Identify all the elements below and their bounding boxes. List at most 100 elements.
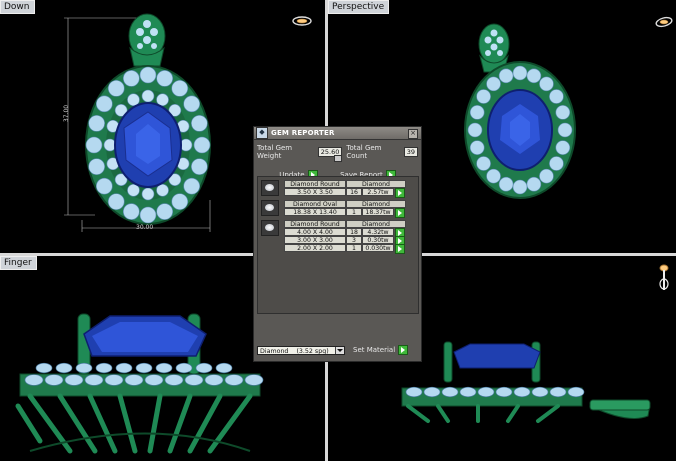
side-diamond bbox=[44, 374, 64, 386]
side-diamond bbox=[75, 362, 93, 374]
material-select[interactable]: Diamond (3.52 spg) bbox=[257, 345, 345, 355]
dimension-height: 37.00 bbox=[63, 104, 71, 123]
side-diamond bbox=[224, 374, 244, 386]
gem-group-material: Diamond bbox=[346, 180, 406, 188]
side-diamond bbox=[405, 386, 423, 398]
gem-reporter-panel[interactable]: ◆ GEM REPORTER × Total Gem Weight 25.60 … bbox=[253, 126, 422, 362]
halo-diamond bbox=[498, 68, 514, 84]
gem-count: 1 bbox=[346, 244, 362, 252]
row-select-button[interactable] bbox=[395, 244, 405, 254]
row-select-button[interactable] bbox=[395, 208, 405, 218]
gem-group-name: Diamond Oval bbox=[284, 200, 346, 208]
halo-diamond bbox=[469, 105, 485, 120]
halo-diamond bbox=[469, 140, 485, 155]
gem-group-material: Diamond bbox=[346, 220, 406, 228]
halo-diamond bbox=[139, 206, 157, 224]
side-diamond bbox=[459, 386, 477, 398]
gem-size: 4.00 X 4.00 bbox=[284, 228, 346, 236]
halo-diamond bbox=[193, 136, 211, 154]
total-count-label: Total Gem Count bbox=[346, 144, 382, 160]
halo-diamond bbox=[183, 95, 200, 113]
halo-diamond bbox=[549, 89, 564, 104]
side-diamond bbox=[164, 374, 184, 386]
halo-diamond bbox=[88, 158, 105, 175]
set-material-button[interactable]: Set Material bbox=[353, 345, 409, 355]
splitter-handle[interactable] bbox=[334, 155, 342, 162]
halo-diamond bbox=[85, 136, 103, 154]
halo-diamond bbox=[512, 65, 528, 81]
side-diamond bbox=[204, 374, 224, 386]
halo-diamond bbox=[156, 203, 173, 220]
side-diamond bbox=[175, 362, 193, 374]
halo-diamond bbox=[476, 156, 491, 171]
halo-diamond bbox=[476, 89, 491, 104]
row-select-button[interactable] bbox=[395, 188, 405, 198]
side-diamond bbox=[441, 386, 459, 398]
gem-list[interactable]: Diamond Round Diamond 3.50 X 3.50 16 2.5… bbox=[257, 176, 419, 314]
ring-icon[interactable] bbox=[292, 16, 312, 26]
gem-reporter-logo-icon: ◆ bbox=[256, 127, 268, 139]
gem-size: 3.50 X 3.50 bbox=[284, 188, 346, 196]
set-material-arrow-icon bbox=[398, 345, 409, 355]
halo-diamond bbox=[123, 203, 140, 220]
gem-group-name: Diamond Round bbox=[284, 180, 346, 188]
gem-size: 18.38 X 13.40 bbox=[284, 208, 346, 216]
gem-thumbnail-round bbox=[261, 180, 279, 196]
gem-count: 3 bbox=[346, 236, 362, 244]
chevron-down-icon[interactable] bbox=[335, 346, 344, 354]
side-diamond bbox=[155, 362, 173, 374]
side-diamond bbox=[184, 374, 204, 386]
close-icon[interactable]: × bbox=[408, 129, 418, 139]
gem-weight: 4.32tw bbox=[362, 228, 394, 236]
halo-diamond bbox=[156, 70, 173, 87]
gem-group-material: Diamond bbox=[346, 200, 406, 208]
halo-diamond bbox=[555, 105, 571, 120]
halo-diamond bbox=[171, 193, 189, 210]
side-diamond bbox=[195, 362, 213, 374]
gem-count: 16 bbox=[346, 188, 362, 196]
halo-diamond bbox=[549, 156, 564, 171]
halo-diamond bbox=[467, 122, 483, 138]
viewport-label-finger[interactable]: Finger bbox=[0, 256, 37, 270]
halo-diamond bbox=[171, 80, 189, 97]
side-diamond bbox=[24, 374, 44, 386]
gem-size: 2.00 X 2.00 bbox=[284, 244, 346, 252]
halo-diamond bbox=[191, 158, 208, 175]
finger-ring-icon[interactable] bbox=[658, 262, 670, 292]
side-diamond bbox=[144, 374, 164, 386]
halo-diamond bbox=[526, 68, 542, 84]
side-diamond bbox=[124, 374, 144, 386]
halo-diamond bbox=[183, 177, 200, 195]
side-diamond bbox=[567, 386, 585, 398]
total-weight-label: Total Gem Weight bbox=[257, 144, 293, 160]
side-diamond bbox=[513, 386, 531, 398]
gem-size: 3.00 X 3.00 bbox=[284, 236, 346, 244]
ring-icon-perspective[interactable] bbox=[654, 16, 674, 28]
material-row: Diamond (3.52 spg) Set Material bbox=[257, 345, 409, 355]
side-diamond bbox=[135, 362, 153, 374]
halo-diamond bbox=[486, 168, 501, 184]
side-diamond bbox=[215, 362, 233, 374]
side-diamond bbox=[64, 374, 84, 386]
material-select-value: Diamond bbox=[260, 347, 289, 355]
halo-diamond bbox=[139, 66, 157, 84]
gem-thumbnail-round bbox=[261, 220, 279, 236]
total-count-value: 39 bbox=[403, 147, 418, 157]
viewport-label-perspective[interactable]: Perspective bbox=[328, 0, 390, 14]
gem-weight: 18.37tw bbox=[362, 208, 394, 216]
set-material-label: Set Material bbox=[353, 346, 396, 354]
side-diamond bbox=[95, 362, 113, 374]
halo-diamond bbox=[191, 115, 208, 132]
gem-count: 18 bbox=[346, 228, 362, 236]
halo-diamond bbox=[512, 179, 528, 195]
gem-reporter-titlebar[interactable]: ◆ GEM REPORTER × bbox=[254, 127, 421, 140]
side-diamond bbox=[35, 362, 53, 374]
halo-diamond bbox=[107, 193, 125, 210]
gem-weight: 0.030tw bbox=[362, 244, 394, 252]
gem-weight: 0.30tw bbox=[362, 236, 394, 244]
gem-reporter-title: GEM REPORTER bbox=[271, 129, 335, 137]
viewport-label-down[interactable]: Down bbox=[0, 0, 35, 14]
halo-diamond bbox=[539, 168, 554, 184]
halo-diamond bbox=[96, 177, 113, 195]
side-diamond bbox=[549, 386, 567, 398]
